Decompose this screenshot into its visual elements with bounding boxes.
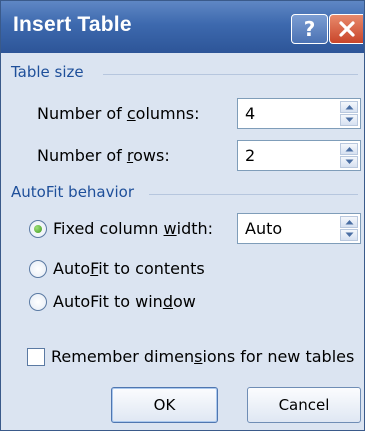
- table-size-group-label: Table size: [11, 63, 84, 81]
- fixed-width-up-button[interactable]: [340, 216, 358, 228]
- columns-label: Number of columns:: [37, 104, 200, 123]
- spin-down-icon: [345, 159, 353, 164]
- autofit-group-label: AutoFit behavior: [11, 183, 135, 201]
- columns-spin-arrows: [340, 101, 358, 126]
- help-button[interactable]: ?: [291, 14, 328, 44]
- help-icon: ?: [303, 17, 316, 41]
- close-button[interactable]: [329, 14, 363, 44]
- remember-dimensions-checkbox[interactable]: Remember dimensions for new tables: [27, 347, 354, 366]
- fixed-width-down-button[interactable]: [340, 229, 358, 241]
- rows-spinner[interactable]: 2: [237, 140, 361, 171]
- fixed-width-spin-arrows: [340, 216, 358, 241]
- checkbox-unchecked-icon[interactable]: [27, 347, 45, 366]
- insert-table-dialog: Insert Table ? Table size Number of colu…: [0, 0, 365, 431]
- radio-unselected-icon: [29, 292, 47, 311]
- fixed-width-radio[interactable]: Fixed column width:: [29, 219, 213, 238]
- remember-dimensions-label: Remember dimensions for new tables: [51, 347, 355, 366]
- spin-up-icon: [345, 147, 353, 152]
- columns-value[interactable]: 4: [245, 104, 255, 123]
- spin-down-icon: [345, 117, 353, 122]
- close-icon: [338, 21, 355, 37]
- radio-unselected-icon: [29, 259, 47, 278]
- rows-up-button[interactable]: [340, 143, 358, 155]
- spin-down-icon: [345, 232, 353, 237]
- rows-value[interactable]: 2: [245, 146, 255, 165]
- fixed-width-value[interactable]: Auto: [245, 219, 282, 238]
- table-size-divider: [103, 74, 358, 75]
- columns-spinner[interactable]: 4: [237, 98, 361, 129]
- rows-label: Number of rows:: [37, 146, 170, 165]
- rows-spin-arrows: [340, 143, 358, 168]
- autofit-window-radio[interactable]: AutoFit to window: [29, 292, 196, 311]
- columns-down-button[interactable]: [340, 114, 358, 126]
- cancel-button[interactable]: Cancel: [247, 387, 361, 423]
- autofit-contents-label: AutoFit to contents: [53, 259, 205, 278]
- columns-up-button[interactable]: [340, 101, 358, 113]
- ok-button[interactable]: OK: [111, 387, 218, 423]
- title-bar[interactable]: Insert Table ?: [1, 1, 364, 53]
- autofit-window-label: AutoFit to window: [53, 292, 196, 311]
- autofit-divider: [149, 194, 358, 195]
- rows-down-button[interactable]: [340, 156, 358, 168]
- dialog-title: Insert Table: [13, 13, 132, 36]
- spin-up-icon: [345, 105, 353, 110]
- fixed-width-spinner[interactable]: Auto: [237, 213, 361, 244]
- fixed-width-label: Fixed column width:: [53, 219, 214, 238]
- spin-up-icon: [345, 220, 353, 225]
- radio-selected-icon: [29, 219, 47, 238]
- autofit-contents-radio[interactable]: AutoFit to contents: [29, 259, 205, 278]
